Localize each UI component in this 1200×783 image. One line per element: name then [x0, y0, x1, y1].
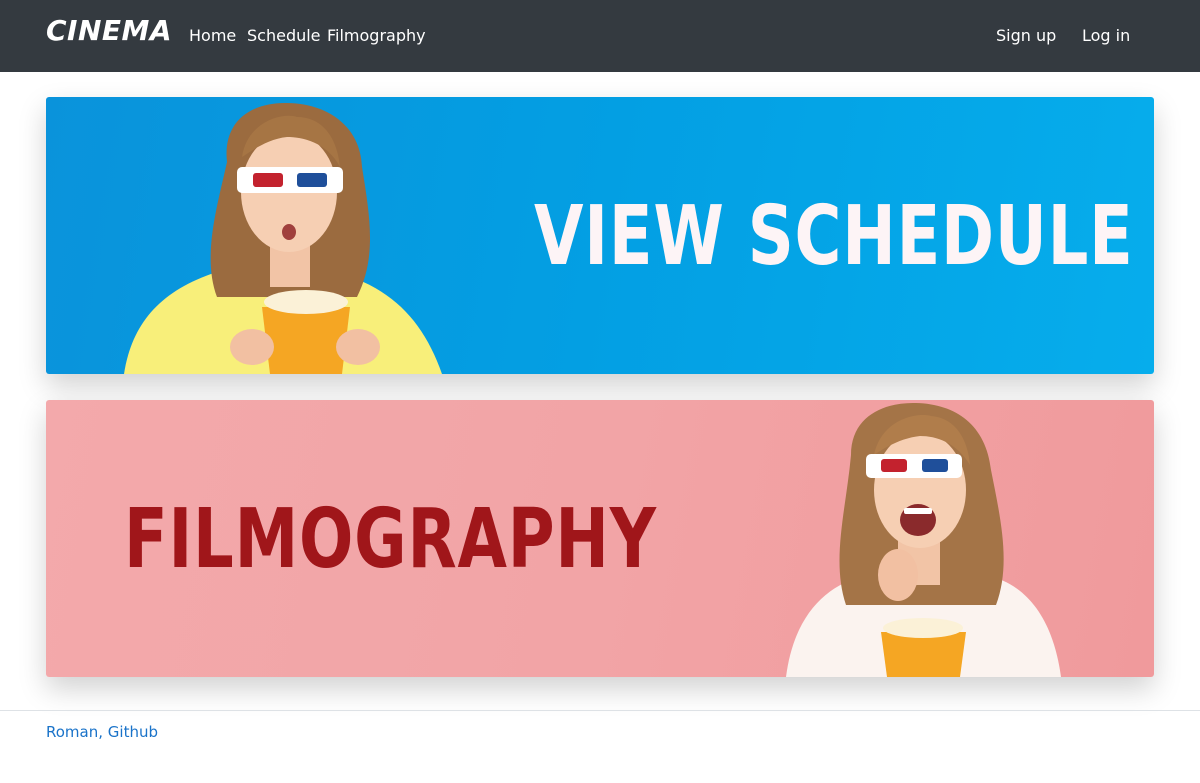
- footer-divider: [0, 710, 1200, 711]
- navbar: CINEMA Home Schedule Filmography Sign up…: [0, 0, 1200, 72]
- brand-logo[interactable]: CINEMA: [46, 14, 172, 47]
- nav-link-filmography[interactable]: Filmography: [327, 26, 426, 45]
- banner-title: FILMOGRAPHY: [124, 492, 657, 587]
- filmography-banner[interactable]: FILMOGRAPHY: [46, 400, 1154, 677]
- sign-up-link[interactable]: Sign up: [996, 26, 1056, 45]
- nav-link-schedule[interactable]: Schedule: [247, 26, 321, 45]
- banner-title: VIEW SCHEDULE: [534, 189, 1134, 284]
- woman-eating-popcorn-image: [786, 402, 1061, 677]
- woman-3d-glasses-image: [124, 102, 442, 374]
- footer-github-link[interactable]: Roman, Github: [46, 723, 158, 741]
- nav-link-home[interactable]: Home: [189, 26, 236, 45]
- view-schedule-banner[interactable]: VIEW SCHEDULE: [46, 97, 1154, 374]
- log-in-link[interactable]: Log in: [1082, 26, 1130, 45]
